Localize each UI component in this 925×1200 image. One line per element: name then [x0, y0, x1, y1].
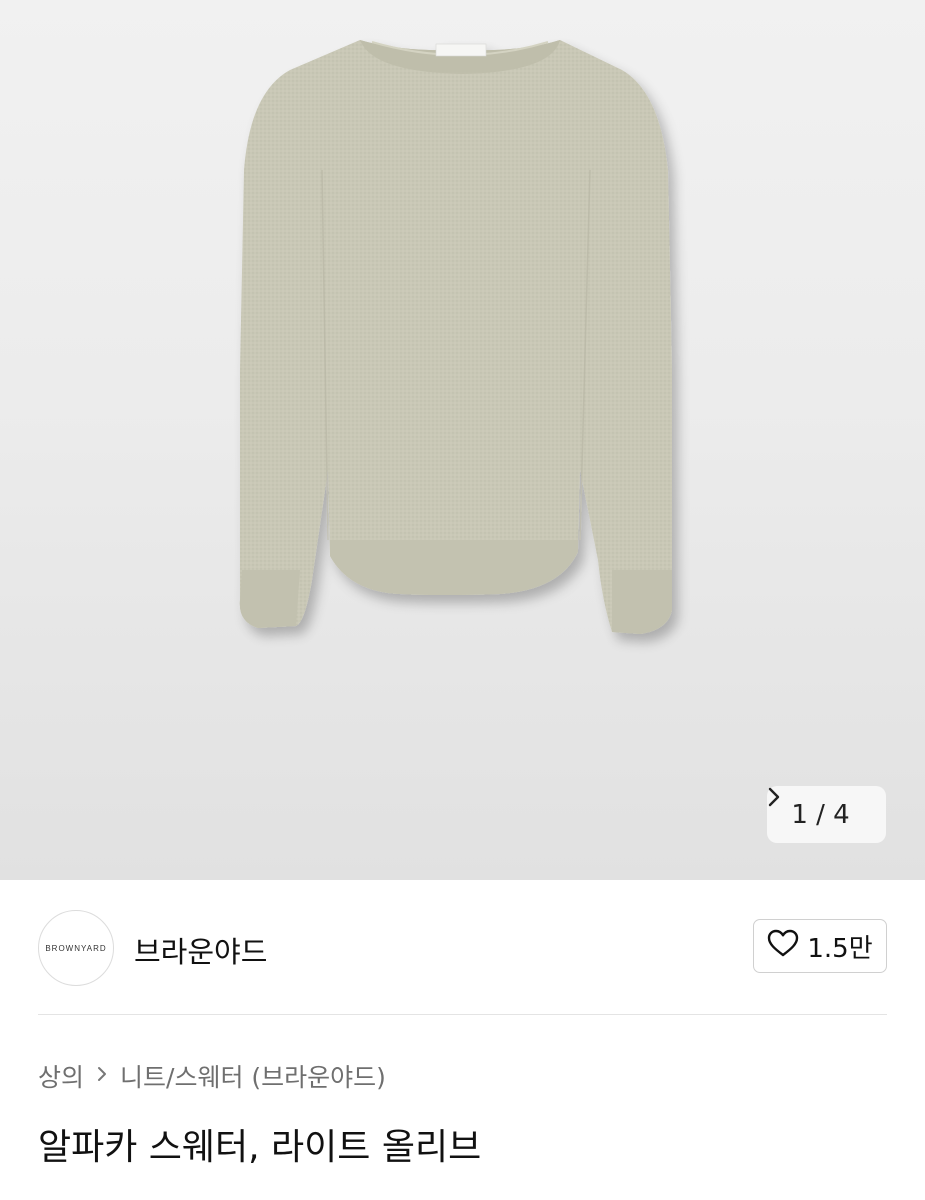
image-pager-button[interactable]: 1 / 4	[767, 786, 886, 843]
brand-logo-text: BROWNYARD	[45, 943, 107, 953]
breadcrumb-category[interactable]: 상의	[38, 1058, 84, 1094]
brand-logo[interactable]: BROWNYARD	[38, 910, 114, 986]
like-count: 1.5만	[807, 933, 873, 964]
breadcrumb: 상의 니트/스웨터 (브라운야드)	[38, 1058, 386, 1094]
brand-row: BROWNYARD 브라운야드 1.5만	[38, 910, 887, 986]
sweater-image	[239, 40, 672, 634]
divider	[38, 1014, 887, 1015]
brand-name-link[interactable]: 브라운야드	[134, 929, 267, 971]
pager-label: 1 / 4	[791, 799, 850, 830]
product-title: 알파카 스웨터, 라이트 올리브	[38, 1127, 482, 1168]
like-button[interactable]: 1.5만	[753, 919, 887, 973]
chevron-right-icon	[96, 1064, 108, 1089]
heart-icon	[767, 929, 799, 964]
product-image-carousel[interactable]: 1 / 4	[0, 0, 925, 880]
breadcrumb-subcategory[interactable]: 니트/스웨터 (브라운야드)	[120, 1058, 386, 1094]
